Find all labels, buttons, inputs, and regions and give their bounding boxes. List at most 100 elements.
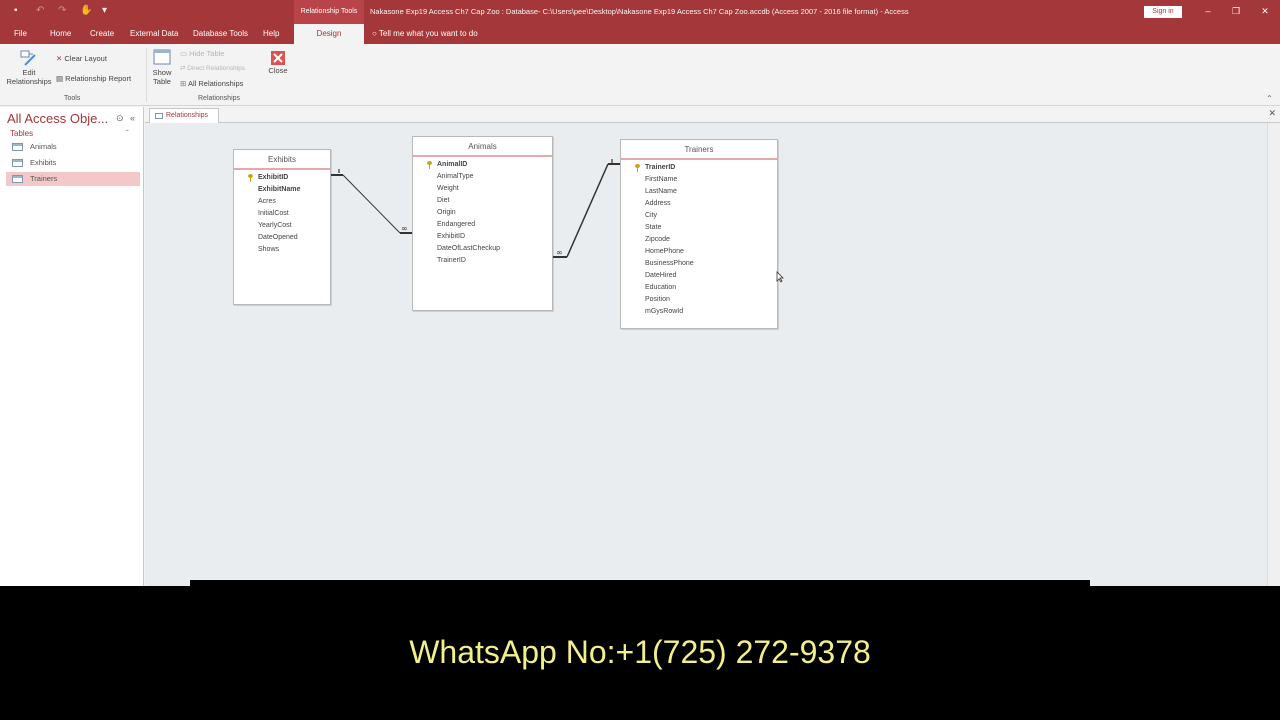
field-row[interactable]: AnimalType bbox=[413, 171, 552, 183]
close-relationships-button[interactable]: Close bbox=[266, 50, 290, 75]
primary-key-icon bbox=[248, 174, 253, 182]
tools-group-label: Tools bbox=[64, 95, 81, 102]
all-relationships-button[interactable]: ⊞ All Relationships bbox=[180, 79, 243, 88]
close-window-icon[interactable]: ✕ bbox=[1259, 5, 1271, 17]
field-row[interactable]: DateOpened bbox=[234, 232, 330, 244]
redo-icon[interactable]: ↷ bbox=[58, 6, 68, 16]
clear-layout-button[interactable]: ✕ Clear Layout bbox=[56, 54, 107, 63]
undo-icon[interactable]: ↶ bbox=[36, 6, 46, 16]
show-table-icon bbox=[153, 49, 171, 65]
table-animals-title[interactable]: Animals bbox=[413, 137, 552, 157]
table-trainers[interactable]: Trainers TrainerID FirstName LastName Ad… bbox=[620, 139, 778, 329]
field-row[interactable]: ExhibitName bbox=[234, 184, 330, 196]
context-tab-label: Relationship Tools bbox=[294, 0, 364, 24]
tab-help[interactable]: Help bbox=[263, 24, 279, 44]
field-name: AnimalType bbox=[437, 173, 474, 180]
nav-item-label: Exhibits bbox=[30, 158, 57, 167]
collapse-ribbon-icon[interactable]: ⌃ bbox=[1266, 94, 1273, 103]
field-row[interactable]: Acres bbox=[234, 196, 330, 208]
field-name: Address bbox=[645, 200, 671, 207]
field-row[interactable]: YearlyCost bbox=[234, 220, 330, 232]
nav-item-trainers[interactable]: Trainers bbox=[6, 172, 140, 186]
tab-create[interactable]: Create bbox=[90, 24, 114, 44]
edit-relationships-button[interactable]: Edit Relationships bbox=[6, 48, 52, 86]
tab-file[interactable]: File bbox=[14, 24, 27, 44]
field-row[interactable]: Origin bbox=[413, 207, 552, 219]
field-name: HomePhone bbox=[645, 248, 684, 255]
field-row[interactable]: Endangered bbox=[413, 219, 552, 231]
field-row[interactable]: TrainerID bbox=[621, 162, 777, 174]
field-row[interactable]: DateHired bbox=[621, 270, 777, 282]
field-row[interactable]: TrainerID bbox=[413, 255, 552, 267]
hide-table-button[interactable]: ▭ Hide Table bbox=[180, 49, 224, 58]
field-row[interactable]: BusinessPhone bbox=[621, 258, 777, 270]
field-row[interactable]: HomePhone bbox=[621, 246, 777, 258]
restore-icon[interactable]: ❐ bbox=[1230, 5, 1242, 17]
field-row[interactable]: ExhibitID bbox=[413, 231, 552, 243]
close-document-icon[interactable]: ✕ bbox=[1268, 108, 1276, 119]
tell-me-search[interactable]: ○ Tell me what you want to do bbox=[372, 24, 478, 44]
table-animals[interactable]: Animals AnimalID AnimalType Weight Diet … bbox=[412, 136, 553, 311]
table-exhibits-title[interactable]: Exhibits bbox=[234, 150, 330, 170]
field-row[interactable]: State bbox=[621, 222, 777, 234]
ribbon-separator bbox=[146, 48, 147, 102]
field-row[interactable]: LastName bbox=[621, 186, 777, 198]
table-exhibits[interactable]: Exhibits ExhibitID ExhibitName Acres Ini… bbox=[233, 149, 331, 305]
field-row[interactable]: FirstName bbox=[621, 174, 777, 186]
clear-layout-label: Clear Layout bbox=[64, 54, 107, 63]
tab-external-data[interactable]: External Data bbox=[130, 24, 178, 44]
touch-mode-icon[interactable]: ✋ bbox=[80, 6, 92, 16]
lightbulb-icon: ○ bbox=[372, 29, 379, 38]
nav-pane-title[interactable]: All Access Obje... bbox=[7, 111, 108, 126]
field-row[interactable]: Education bbox=[621, 282, 777, 294]
mouse-cursor-icon bbox=[776, 271, 784, 283]
tab-database-tools[interactable]: Database Tools bbox=[193, 24, 248, 44]
tab-design[interactable]: Design bbox=[294, 24, 364, 44]
field-name: Acres bbox=[258, 198, 276, 205]
access-window: ▪ ↶ ↷ ✋ ▾ Relationship Tools Nakasone Ex… bbox=[0, 0, 1280, 586]
field-name: Endangered bbox=[437, 221, 476, 228]
field-row[interactable]: mGysRowId bbox=[621, 306, 777, 318]
field-row[interactable]: DateOfLastCheckup bbox=[413, 243, 552, 255]
show-table-button[interactable]: Show Table bbox=[150, 48, 174, 86]
nav-section-tables[interactable]: Tables bbox=[10, 129, 33, 138]
nav-item-animals[interactable]: Animals bbox=[6, 140, 140, 154]
relationship-report-button[interactable]: ▤ Relationship Report bbox=[56, 74, 131, 83]
tab-home[interactable]: Home bbox=[50, 24, 71, 44]
quick-access-toolbar: ▪ ↶ ↷ ✋ ▾ bbox=[14, 6, 112, 16]
field-row[interactable]: ExhibitID bbox=[234, 172, 330, 184]
field-name: City bbox=[645, 212, 658, 219]
vertical-scrollbar[interactable] bbox=[1267, 123, 1280, 586]
tell-me-label: Tell me what you want to do bbox=[378, 29, 478, 38]
window-title: Nakasone Exp19 Access Ch7 Cap Zoo : Data… bbox=[370, 7, 909, 16]
table-trainers-title[interactable]: Trainers bbox=[621, 140, 777, 160]
field-name: Education bbox=[645, 284, 677, 291]
field-row[interactable]: Zipcode bbox=[621, 234, 777, 246]
field-row[interactable]: InitialCost bbox=[234, 208, 330, 220]
field-row[interactable]: Position bbox=[621, 294, 777, 306]
field-list: TrainerID FirstName LastName Address Cit… bbox=[621, 160, 777, 318]
chevron-up-icon[interactable]: ˆ bbox=[126, 129, 129, 138]
field-row[interactable]: AnimalID bbox=[413, 159, 552, 171]
nav-menu-icon[interactable]: ⊙ bbox=[116, 113, 124, 124]
relationships-group-label: Relationships bbox=[198, 95, 241, 102]
edit-relationships-label-1: Edit bbox=[22, 68, 36, 77]
tab-relationships[interactable]: Relationships bbox=[149, 108, 219, 123]
field-row[interactable]: Weight bbox=[413, 183, 552, 195]
field-row[interactable]: City bbox=[621, 210, 777, 222]
field-name: DateOpened bbox=[258, 234, 298, 241]
customize-qat-icon[interactable]: ▾ bbox=[102, 6, 112, 16]
field-name: InitialCost bbox=[258, 210, 289, 217]
close-label: Close bbox=[268, 66, 288, 75]
field-row[interactable]: Address bbox=[621, 198, 777, 210]
field-row[interactable]: Shows bbox=[234, 244, 330, 256]
show-table-label-1: Show bbox=[152, 68, 172, 77]
shutter-bar-close-icon[interactable]: « bbox=[130, 113, 135, 123]
sign-in-button[interactable]: Sign in bbox=[1144, 6, 1182, 18]
direct-relationships-button[interactable]: ⇄ Direct Relationships bbox=[180, 64, 245, 72]
field-row[interactable]: Diet bbox=[413, 195, 552, 207]
field-name: ExhibitName bbox=[258, 186, 301, 193]
save-icon[interactable]: ▪ bbox=[14, 6, 24, 16]
nav-item-exhibits[interactable]: Exhibits bbox=[6, 156, 140, 170]
minimize-icon[interactable]: – bbox=[1202, 5, 1214, 17]
